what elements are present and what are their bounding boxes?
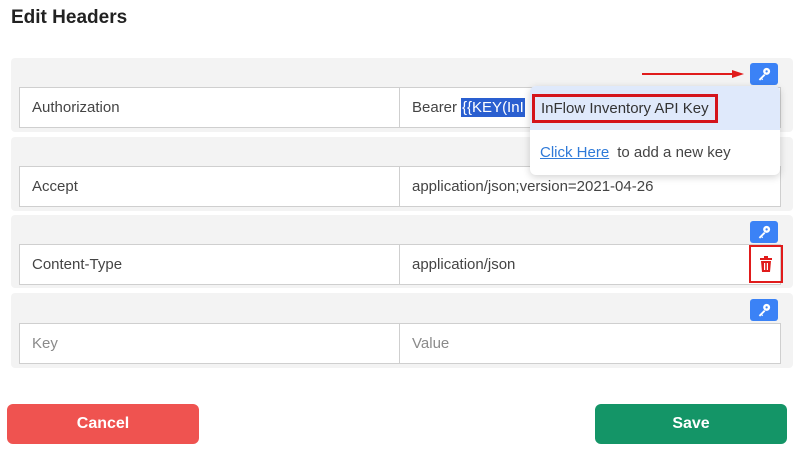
header-key-input[interactable]: Key	[19, 323, 400, 364]
header-key-input[interactable]: Accept	[19, 166, 400, 207]
key-option[interactable]: InFlow Inventory API Key	[530, 86, 780, 130]
delete-row-button[interactable]	[749, 245, 783, 283]
insert-key-button[interactable]	[750, 221, 778, 243]
save-button[interactable]: Save	[595, 404, 787, 444]
key-icon	[758, 225, 771, 239]
arrow-right-icon	[642, 70, 744, 78]
header-value-input[interactable]: Value	[399, 323, 781, 364]
value-prefix: Bearer	[412, 99, 458, 116]
cancel-button[interactable]: Cancel	[7, 404, 199, 444]
key-dropdown: InFlow Inventory API Key Click Here to a…	[530, 86, 780, 175]
key-icon	[758, 67, 771, 81]
header-key-input[interactable]: Authorization	[19, 87, 400, 128]
header-row-new: Key Value	[11, 293, 793, 368]
insert-key-button[interactable]	[750, 299, 778, 321]
add-key-link[interactable]: Click Here	[540, 144, 609, 161]
add-key-hint-text: to add a new key	[617, 144, 731, 161]
key-option-label: InFlow Inventory API Key	[532, 93, 718, 123]
key-icon	[758, 303, 771, 317]
page-title: Edit Headers	[11, 7, 128, 28]
insert-key-button[interactable]	[750, 63, 778, 85]
header-value-input[interactable]: application/json	[399, 244, 781, 285]
header-key-input[interactable]: Content-Type	[19, 244, 400, 285]
header-row-content-type: Content-Type application/json	[11, 215, 793, 288]
trash-icon	[760, 256, 772, 272]
selected-key-token: {{KEY(InI	[461, 98, 525, 117]
add-key-hint: Click Here to add a new key	[530, 130, 780, 175]
edit-headers-panel: Edit Headers Authorization Bearer {{KEY(…	[0, 0, 796, 462]
